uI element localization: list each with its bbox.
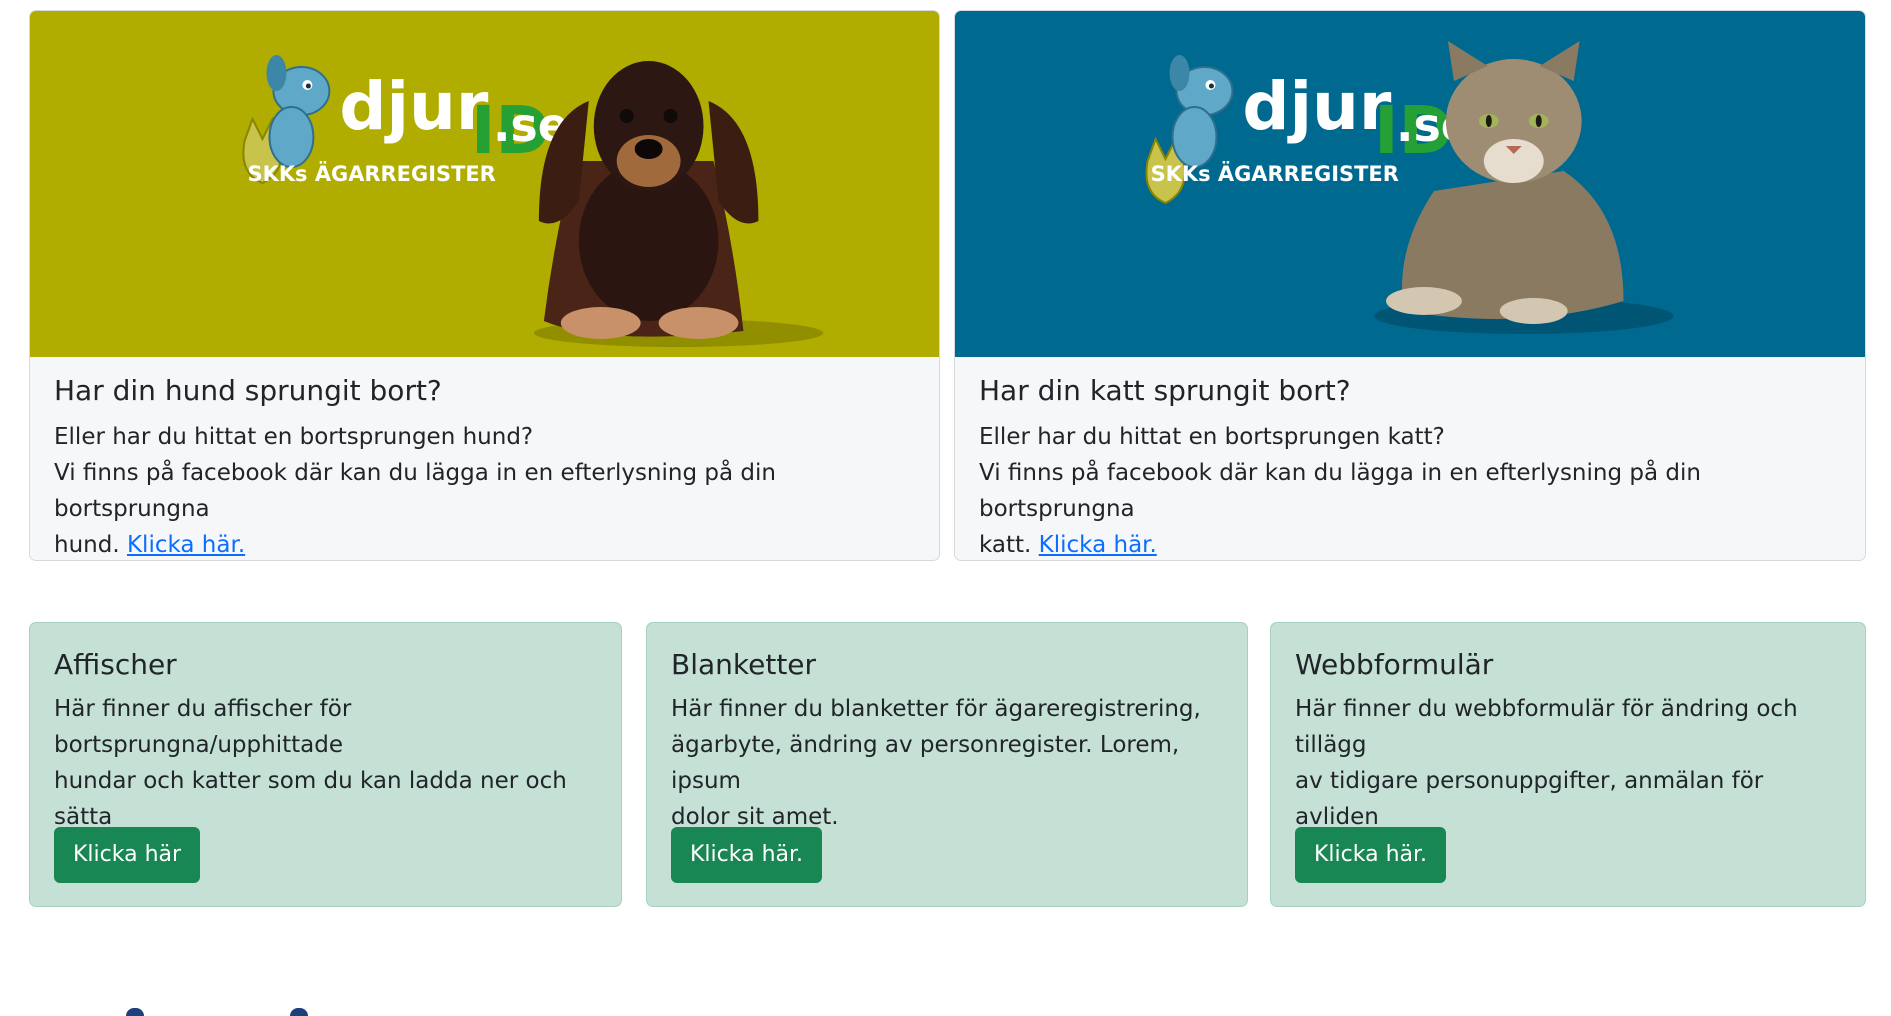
lost-dog-card: djur ID .se SKKs ÄGARREGISTER Har din hu… — [29, 10, 940, 561]
lost-cat-banner-image: djur ID .se SKKs ÄGARREGISTER — [955, 11, 1865, 357]
posters-card: Affischer Här finner du affischer för bo… — [29, 622, 622, 907]
posters-text-line: hundar och katter som du kan ladda ner o… — [54, 768, 567, 830]
lost-dog-title: Har din hund sprungit bort? — [54, 374, 442, 407]
webforms-text-line: av tidigare personuppgifter, anmälan för… — [1295, 768, 1764, 830]
lost-dog-banner-image: djur ID .se SKKs ÄGARREGISTER — [30, 11, 939, 357]
lost-cat-line2: Vi finns på facebook där kan du lägga in… — [979, 460, 1701, 522]
posters-button[interactable]: Klicka här — [54, 827, 201, 883]
lost-dog-line3-prefix: hund. — [54, 532, 120, 558]
lost-cat-title: Har din katt sprungit bort? — [979, 374, 1351, 407]
posters-text-line: Här finner du affischer för bortsprungna… — [54, 696, 352, 758]
webforms-title: Webbformulär — [1295, 648, 1494, 681]
logo-brand-main: djur — [1242, 68, 1392, 145]
webforms-text-line: Här finner du webbformulär för ändring o… — [1295, 696, 1798, 758]
forms-text-line: ägarbyte, ändring av personregister. Lor… — [671, 732, 1180, 794]
forms-text-line: Här finner du blanketter för ägareregist… — [671, 696, 1201, 722]
posters-title: Affischer — [54, 648, 177, 681]
forms-button[interactable]: Klicka här. — [671, 827, 823, 883]
lost-dog-line2: Vi finns på facebook där kan du lägga in… — [54, 460, 776, 522]
lost-dog-line1: Eller har du hittat en bortsprungen hund… — [54, 424, 534, 450]
logo-tagline: SKKs ÄGARREGISTER — [248, 161, 496, 186]
lost-cat-card: djur ID .se SKKs ÄGARREGISTER Har din ka… — [954, 10, 1866, 561]
lost-cat-line3: katt. Klicka här. — [979, 527, 1841, 560]
lost-cat-banner: djur ID .se SKKs ÄGARREGISTER — [955, 11, 1865, 357]
webforms-card: Webbformulär Här finner du webbformulär … — [1270, 622, 1866, 907]
webforms-button[interactable]: Klicka här. — [1295, 827, 1447, 883]
cropped-footer-graphic — [120, 1008, 320, 1016]
lost-cat-line3-prefix: katt. — [979, 532, 1032, 558]
logo-brand-main: djur — [339, 68, 489, 145]
forms-title: Blanketter — [671, 648, 817, 681]
lost-cat-line1: Eller har du hittat en bortsprungen katt… — [979, 424, 1445, 450]
lost-dog-banner: djur ID .se SKKs ÄGARREGISTER — [30, 11, 939, 357]
lost-dog-line3: hund. Klicka här. — [54, 527, 915, 560]
forms-card: Blanketter Här finner du blanketter för … — [646, 622, 1248, 907]
lost-cat-facebook-link[interactable]: Klicka här. — [1039, 532, 1157, 558]
lost-dog-facebook-link[interactable]: Klicka här. — [127, 532, 245, 558]
logo-tagline: SKKs ÄGARREGISTER — [1151, 161, 1399, 186]
